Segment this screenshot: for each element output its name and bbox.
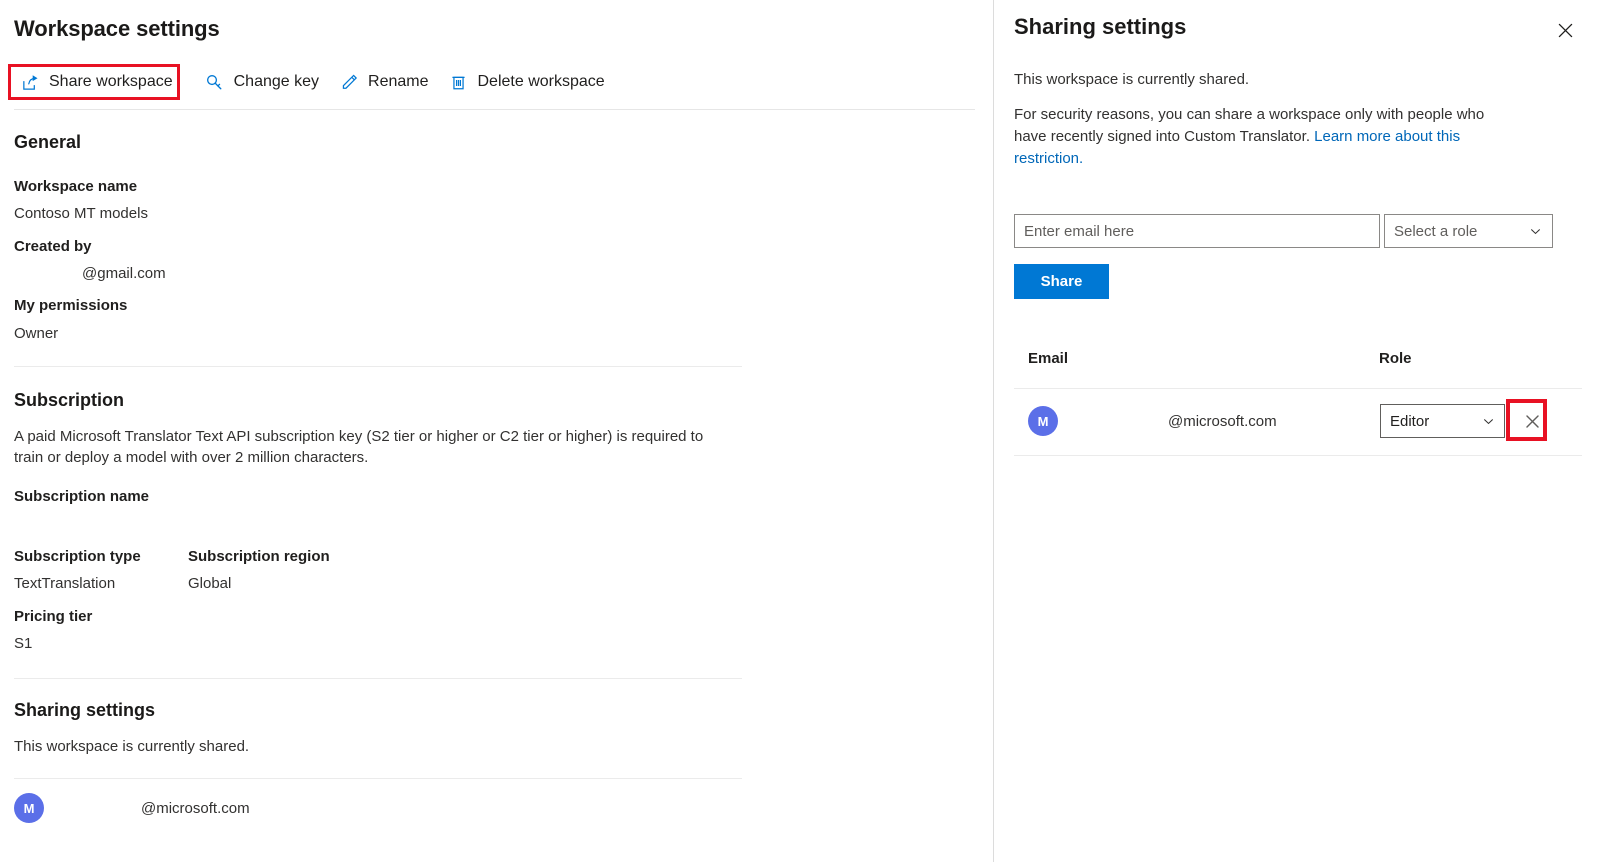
- subscription-section-heading: Subscription: [14, 390, 125, 410]
- close-icon[interactable]: [1551, 16, 1579, 44]
- flyout-status-text: This workspace is currently shared.: [1014, 71, 1250, 88]
- created-by-value: @gmail.com: [82, 265, 166, 282]
- flyout-title: Sharing settings: [1014, 14, 1187, 39]
- page-title: Workspace settings: [14, 16, 220, 41]
- rename-label: Rename: [368, 73, 429, 90]
- remove-member-button[interactable]: [1515, 404, 1549, 438]
- subscription-type-label: Subscription type: [14, 548, 141, 565]
- share-workspace-label: Share workspace: [49, 73, 173, 90]
- share-button[interactable]: Share: [1014, 264, 1109, 299]
- email-input[interactable]: [1014, 214, 1380, 248]
- toolbar-divider: [14, 109, 975, 110]
- workspace-settings-page: Workspace settings Share workspace Chang…: [0, 0, 1601, 862]
- pencil-icon: [339, 72, 359, 92]
- role-select-value: Select a role: [1394, 222, 1478, 240]
- subscription-region-label: Subscription region: [188, 548, 330, 565]
- my-permissions-value: Owner: [14, 325, 59, 342]
- section-divider: [14, 366, 742, 367]
- avatar: M: [1028, 406, 1058, 436]
- general-section-heading: General: [14, 132, 82, 152]
- row-role-select[interactable]: Editor: [1380, 404, 1505, 438]
- avatar: M: [14, 793, 44, 823]
- workspace-settings-panel: Workspace settings Share workspace Chang…: [0, 0, 993, 862]
- section-divider: [14, 778, 742, 779]
- subscription-description: A paid Microsoft Translator Text API sub…: [14, 428, 704, 467]
- created-by-label: Created by: [14, 238, 92, 255]
- chevron-down-icon: [1529, 225, 1542, 238]
- sharing-settings-heading: Sharing settings: [14, 700, 156, 720]
- change-key-label: Change key: [233, 73, 320, 90]
- change-key-button[interactable]: Change key: [199, 68, 333, 96]
- workspace-name-label: Workspace name: [14, 178, 138, 195]
- table-header-role: Role: [1379, 350, 1412, 367]
- pricing-tier-label: Pricing tier: [14, 608, 93, 625]
- table-header-email: Email: [1028, 350, 1069, 367]
- subscription-region-value: Global: [188, 575, 232, 592]
- share-icon: [20, 72, 40, 92]
- sharing-status-text: This workspace is currently shared.: [14, 738, 250, 755]
- table-row-divider: [1014, 455, 1582, 456]
- table-header-divider: [1014, 388, 1582, 389]
- my-permissions-label: My permissions: [14, 297, 128, 314]
- flyout-security-note: For security reasons, you can share a wo…: [1014, 104, 1514, 169]
- subscription-name-label: Subscription name: [14, 488, 150, 505]
- trash-icon: [449, 72, 469, 92]
- section-divider: [14, 678, 742, 679]
- delete-workspace-label: Delete workspace: [477, 73, 605, 90]
- row-role-value: Editor: [1390, 412, 1430, 430]
- sharing-settings-flyout: Sharing settings This workspace is curre…: [994, 0, 1601, 862]
- share-workspace-button[interactable]: Share workspace: [14, 68, 187, 96]
- table-row: M @microsoft.com Editor: [1014, 400, 1582, 446]
- workspace-toolbar: Share workspace Change key Rename Delete…: [14, 68, 619, 96]
- pricing-tier-value: S1: [14, 635, 33, 652]
- rename-button[interactable]: Rename: [333, 68, 442, 96]
- shared-member-row: M @microsoft.com: [14, 790, 250, 826]
- chevron-down-icon: [1482, 415, 1495, 428]
- subscription-type-value: TextTranslation: [14, 575, 116, 592]
- workspace-name-value: Contoso MT models: [14, 205, 148, 222]
- key-icon: [205, 72, 225, 92]
- role-select[interactable]: Select a role: [1384, 214, 1553, 248]
- row-email: @microsoft.com: [1168, 413, 1277, 430]
- delete-workspace-button[interactable]: Delete workspace: [443, 68, 619, 96]
- shared-member-email: @microsoft.com: [141, 799, 250, 817]
